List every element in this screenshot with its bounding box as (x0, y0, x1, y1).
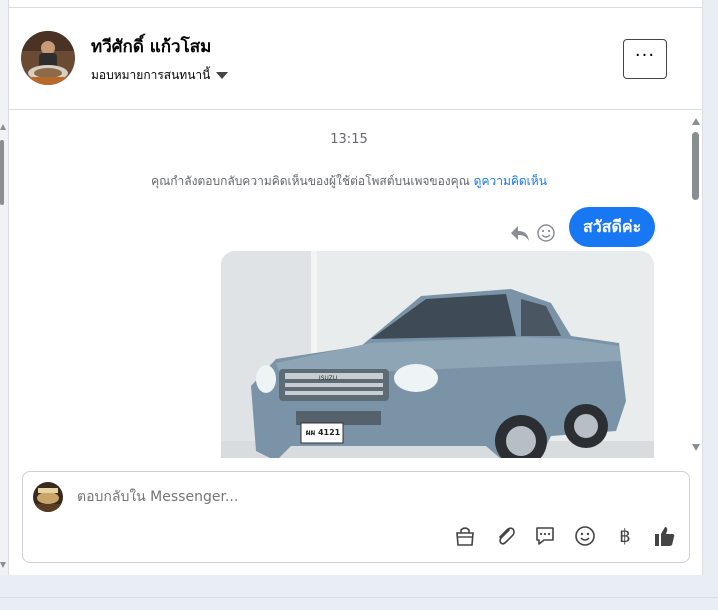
message-thread[interactable]: 13:15 คุณกำลังตอบกลับความคิดเห็นของผู้ใช… (9, 110, 689, 458)
like-icon[interactable] (653, 524, 677, 548)
emoji-icon[interactable] (536, 223, 556, 243)
more-options-button[interactable]: ··· (623, 39, 667, 79)
scroll-down-arrow[interactable] (692, 444, 700, 451)
conversation-panel: ทวีศักดิ์ แก้วโสม มอบหมายการสนทนานี้ ···… (8, 0, 703, 575)
saved-reply-icon[interactable] (533, 524, 557, 548)
baht-icon[interactable]: ฿ (613, 524, 637, 548)
avatar[interactable] (21, 31, 75, 85)
composer-toolbar: ฿ (453, 524, 677, 548)
license-plate: ผผ 4121 (305, 428, 341, 437)
conversation-header: ทวีศักดิ์ แก้วโสม มอบหมายการสนทนานี้ ··· (9, 8, 702, 110)
contact-name[interactable]: ทวีศักดิ์ แก้วโสม (91, 33, 211, 60)
thread-scrollbar[interactable] (691, 118, 701, 453)
context-text: คุณกำลังตอบกลับความคิดเห็นของผู้ใช้ต่อโพ… (151, 174, 474, 188)
scroll-thumb[interactable] (692, 132, 699, 200)
scroll-down-arrow[interactable] (0, 562, 6, 568)
assign-label: มอบหมายการสนทนานี้ (91, 68, 211, 82)
window-bottom-bar (0, 597, 718, 610)
attach-icon[interactable] (493, 524, 517, 548)
smile-icon[interactable] (573, 524, 597, 548)
message-bubble[interactable]: สวัสดีค่ะ (569, 207, 656, 247)
view-comment-link[interactable]: ดูความคิดเห็น (474, 174, 547, 188)
context-notice: คุณกำลังตอบกลับความคิดเห็นของผู้ใช้ต่อโพ… (9, 172, 689, 191)
more-icon: ··· (634, 45, 656, 66)
reply-composer: ฿ (22, 471, 690, 563)
reply-input[interactable] (75, 487, 639, 507)
reply-icon[interactable] (509, 223, 531, 243)
page-avatar (33, 482, 63, 512)
shop-bag-icon[interactable] (453, 524, 477, 548)
caret-down-icon (216, 72, 229, 79)
left-scrollbar[interactable] (0, 0, 8, 575)
photo-attachment[interactable]: ผผ 4121 ISUZU (221, 251, 654, 458)
brand-badge: ISUZU (318, 375, 338, 382)
assign-conversation-dropdown[interactable]: มอบหมายการสนทนานี้ (91, 66, 229, 85)
scroll-up-arrow[interactable] (0, 124, 6, 130)
scroll-up-arrow[interactable] (692, 118, 700, 125)
scroll-thumb[interactable] (0, 140, 4, 205)
message-timestamp: 13:15 (330, 132, 368, 147)
